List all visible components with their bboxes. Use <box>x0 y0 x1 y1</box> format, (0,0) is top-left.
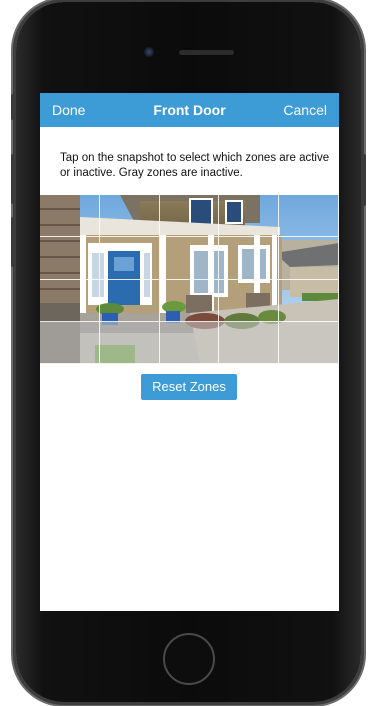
zone-cell[interactable] <box>99 195 160 238</box>
navigation-bar: Done Front Door Cancel <box>40 93 339 127</box>
zone-cell[interactable] <box>279 321 339 364</box>
zone-cell[interactable] <box>159 279 220 322</box>
camera-snapshot[interactable] <box>40 195 339 364</box>
zone-cell[interactable] <box>279 279 339 322</box>
zone-cell[interactable] <box>279 237 339 280</box>
zone-cell[interactable] <box>40 321 100 364</box>
front-camera <box>144 47 154 57</box>
volume-down-button <box>11 217 15 267</box>
zones-grid <box>40 195 339 364</box>
zone-cell[interactable] <box>99 321 160 364</box>
cancel-button[interactable]: Cancel <box>283 102 327 118</box>
zone-cell[interactable] <box>159 321 220 364</box>
zone-cell[interactable] <box>279 195 339 238</box>
app-screen: Done Front Door Cancel Tap on the snapsh… <box>40 93 339 611</box>
volume-up-button <box>11 154 15 204</box>
home-button[interactable] <box>163 633 215 685</box>
mute-switch <box>11 94 15 120</box>
zone-cell[interactable] <box>219 237 280 280</box>
reset-zones-button[interactable]: Reset Zones <box>141 374 237 400</box>
zone-cell[interactable] <box>40 279 100 322</box>
power-button <box>362 154 366 206</box>
zone-cell[interactable] <box>159 237 220 280</box>
zone-cell[interactable] <box>99 237 160 280</box>
earpiece-speaker <box>179 50 234 55</box>
zone-cell[interactable] <box>219 195 280 238</box>
zone-cell[interactable] <box>40 195 100 238</box>
zone-cell[interactable] <box>40 237 100 280</box>
zone-cell[interactable] <box>219 321 280 364</box>
instructions-text: Tap on the snapshot to select which zone… <box>60 152 330 179</box>
zone-cell[interactable] <box>159 195 220 238</box>
zone-cell[interactable] <box>219 279 280 322</box>
zone-cell[interactable] <box>99 279 160 322</box>
